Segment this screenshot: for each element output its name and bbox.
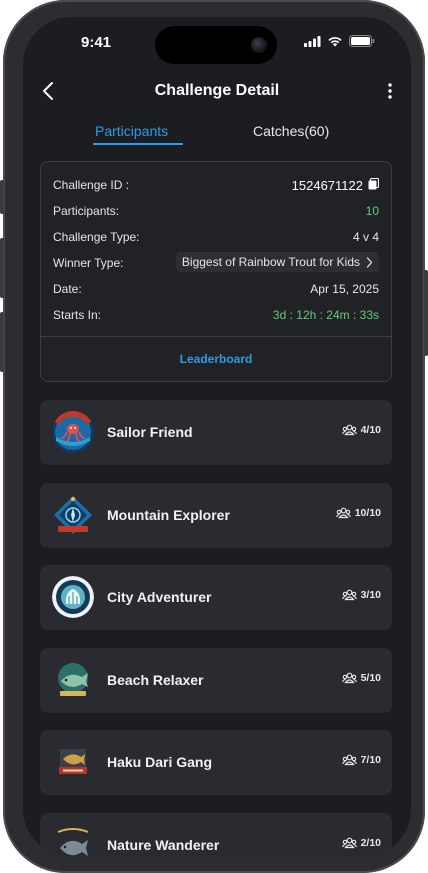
wifi-icon	[328, 36, 342, 46]
team-name: Nature Wanderer	[107, 837, 220, 853]
winner-type-value: Biggest of Rainbow Trout for Kids	[181, 255, 360, 269]
team-card[interactable]: Nature Wanderer 2/10	[40, 813, 392, 857]
group-icon	[341, 672, 357, 684]
member-count: 2/10	[341, 837, 381, 849]
group-icon	[341, 589, 357, 601]
more-options-button[interactable]	[387, 81, 393, 106]
battery-icon	[349, 35, 375, 47]
participants-row: Participants: 10	[53, 202, 379, 220]
member-count-value: 3/10	[360, 589, 381, 601]
participants-value: 10	[365, 204, 379, 218]
app-header: Challenge Detail	[23, 77, 411, 107]
copy-icon	[368, 177, 380, 190]
member-count-value: 7/10	[360, 754, 381, 766]
member-count-value: 10/10	[354, 507, 381, 519]
status-bar: 9:41	[23, 17, 411, 71]
card-divider	[41, 336, 391, 337]
team-card[interactable]: Sailor Friend 4/10	[40, 400, 392, 465]
team-name: Sailor Friend	[107, 424, 193, 440]
page-title: Challenge Detail	[154, 82, 280, 99]
group-icon	[335, 507, 351, 519]
member-count-value: 2/10	[360, 837, 381, 849]
team-card[interactable]: Haku Dari Gang 7/10	[40, 730, 392, 795]
challenge-id-value: 1524671122	[291, 178, 363, 193]
status-time: 9:41	[81, 34, 112, 51]
tab-catches[interactable]: Catches(60)	[253, 123, 329, 139]
date-label: Date:	[53, 282, 82, 296]
team-card[interactable]: City Adventurer 3/10	[40, 565, 392, 630]
team-card[interactable]: Beach Relaxer 5/10	[40, 648, 392, 713]
chevron-right-icon	[366, 256, 373, 268]
participants-label: Participants:	[53, 204, 120, 218]
team-card[interactable]: Mountain Explorer 10/10	[40, 483, 392, 548]
app-screen: 9:41 Challenge Detail Participants Catch…	[23, 17, 411, 857]
countdown-value: 3d : 12h : 24m : 33s	[272, 308, 379, 322]
team-logo	[52, 824, 94, 857]
volume-down-button	[0, 312, 4, 372]
power-button	[424, 270, 428, 356]
challenge-type-label: Challenge Type:	[53, 230, 140, 244]
octopus-badge-icon	[52, 411, 94, 453]
phone-frame: 9:41 Challenge Detail Participants Catch…	[0, 0, 428, 873]
starts-in-row: Starts In: 3d : 12h : 24m : 33s	[53, 306, 379, 324]
team-logo	[52, 741, 94, 783]
status-icons	[304, 35, 375, 47]
member-count-value: 4/10	[360, 424, 381, 436]
tab-bar: Participants Catches(60)	[23, 121, 411, 145]
mute-switch	[0, 180, 4, 214]
challenge-info-card: Challenge ID : 1524671122 Participants: …	[40, 161, 392, 382]
challenge-type-row: Challenge Type: 4 v 4	[53, 228, 379, 246]
winner-type-label: Winner Type:	[53, 256, 124, 270]
team-logo	[52, 494, 94, 536]
team-name: City Adventurer	[107, 589, 212, 605]
team-logo	[52, 411, 94, 453]
fish-badge-icon	[52, 659, 94, 701]
date-value: Apr 15, 2025	[310, 282, 379, 296]
group-icon	[341, 424, 357, 436]
fishing-badge-icon	[52, 741, 94, 783]
team-name: Mountain Explorer	[107, 507, 230, 523]
member-count: 4/10	[341, 424, 381, 436]
leaderboard-button[interactable]: Leaderboard	[41, 352, 391, 366]
trout-badge-icon	[52, 824, 94, 857]
volume-up-button	[0, 238, 4, 298]
member-count: 7/10	[341, 754, 381, 766]
copy-button[interactable]	[368, 177, 380, 193]
active-tab-indicator	[93, 143, 183, 145]
signal-icon	[304, 35, 321, 47]
member-count: 3/10	[341, 589, 381, 601]
challenge-type-value: 4 v 4	[352, 230, 379, 244]
group-icon	[341, 754, 357, 766]
team-name: Beach Relaxer	[107, 672, 204, 688]
challenge-id-label: Challenge ID :	[53, 178, 130, 192]
group-icon	[341, 837, 357, 849]
tab-participants[interactable]: Participants	[95, 123, 168, 139]
member-count: 10/10	[335, 507, 381, 519]
member-count-value: 5/10	[360, 672, 381, 684]
team-logo	[52, 576, 94, 618]
date-row: Date: Apr 15, 2025	[53, 280, 379, 298]
dynamic-island	[155, 26, 277, 64]
team-name: Haku Dari Gang	[107, 754, 213, 770]
winner-type-row: Winner Type: Biggest of Rainbow Trout fo…	[53, 252, 379, 272]
camera-icon	[251, 37, 267, 53]
team-logo	[52, 659, 94, 701]
winner-type-selector[interactable]: Biggest of Rainbow Trout for Kids	[175, 252, 379, 272]
challenge-id-row: Challenge ID : 1524671122	[53, 176, 380, 194]
member-count: 5/10	[341, 672, 381, 684]
more-vertical-icon	[388, 83, 392, 99]
starts-in-label: Starts In:	[53, 308, 102, 322]
compass-badge-icon	[54, 496, 92, 534]
city-badge-icon	[52, 576, 94, 618]
